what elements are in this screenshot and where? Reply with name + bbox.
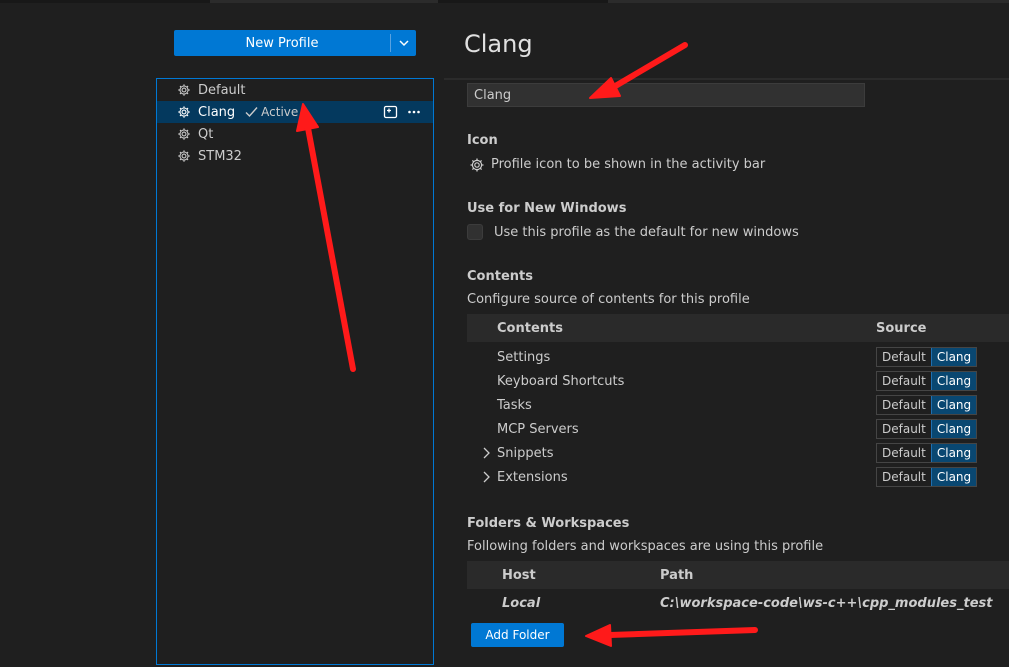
active-badge: Active — [245, 105, 298, 119]
contents-table-header: Contents Source — [467, 314, 1009, 342]
page-title: Clang — [464, 30, 533, 58]
check-icon — [245, 107, 258, 118]
source-option-default[interactable]: Default — [877, 396, 931, 414]
gear-icon[interactable] — [469, 157, 485, 173]
gear-icon — [177, 105, 191, 119]
source-option-profile[interactable]: Clang — [930, 420, 977, 438]
folders-table-header: Host Path — [467, 561, 1009, 589]
folders-description: Following folders and workspaces are usi… — [467, 539, 824, 554]
contents-row-settings: Settings Default Clang — [467, 346, 1009, 370]
contents-row-label: Snippets — [497, 446, 554, 461]
contents-row-label: Extensions — [497, 470, 568, 485]
profile-name: Clang — [198, 104, 236, 120]
source-toggle: Default Clang — [876, 371, 978, 391]
source-toggle: Default Clang — [876, 467, 978, 487]
profile-name: STM32 — [198, 148, 242, 164]
source-option-default[interactable]: Default — [877, 372, 931, 390]
annotation-arrow — [585, 624, 758, 647]
tab-strip-segment — [608, 0, 1009, 3]
column-header-contents: Contents — [497, 321, 563, 336]
profile-row-actions — [383, 104, 421, 120]
source-toggle: Default Clang — [876, 347, 978, 367]
source-option-profile[interactable]: Clang — [930, 348, 977, 366]
folder-host: Local — [502, 596, 541, 611]
source-option-default[interactable]: Default — [877, 420, 931, 438]
folder-row[interactable]: Local C:\workspace-code\ws-c++\cpp_modul… — [467, 591, 1009, 615]
source-option-default[interactable]: Default — [877, 468, 931, 486]
profile-item-clang[interactable]: Clang Active — [157, 101, 433, 123]
profile-name: Default — [198, 82, 246, 98]
source-option-default[interactable]: Default — [877, 444, 931, 462]
profile-item-stm32[interactable]: STM32 — [157, 145, 433, 167]
contents-description: Configure source of contents for this pr… — [467, 292, 750, 307]
column-header-path: Path — [660, 568, 694, 583]
profile-name: Qt — [198, 126, 214, 142]
contents-heading: Contents — [467, 269, 533, 284]
source-option-profile[interactable]: Clang — [930, 444, 977, 462]
use-for-new-windows-checkbox[interactable] — [467, 224, 483, 240]
contents-row-label: MCP Servers — [497, 422, 579, 437]
icon-heading: Icon — [467, 133, 498, 148]
folder-path: C:\workspace-code\ws-c++\cpp_modules_tes… — [660, 596, 993, 611]
column-header-source: Source — [876, 321, 927, 336]
new-profile-dropdown-button[interactable] — [391, 30, 416, 56]
profiles-list: Default Clang Active Qt STM32 — [156, 78, 434, 665]
chevron-right-icon[interactable] — [481, 446, 493, 460]
add-folder-button[interactable]: Add Folder — [471, 623, 564, 647]
contents-row-mcp-servers: MCP Servers Default Clang — [467, 418, 1009, 442]
source-toggle: Default Clang — [876, 419, 978, 439]
contents-row-extensions[interactable]: Extensions Default Clang — [467, 466, 1009, 490]
contents-row-tasks: Tasks Default Clang — [467, 394, 1009, 418]
new-window-icon[interactable] — [383, 104, 399, 120]
new-profile-split-button[interactable]: New Profile — [174, 30, 416, 56]
contents-row-label: Keyboard Shortcuts — [497, 374, 625, 389]
more-icon[interactable] — [407, 105, 421, 119]
chevron-down-icon — [398, 40, 409, 47]
contents-row-label: Tasks — [497, 398, 532, 413]
source-toggle: Default Clang — [876, 395, 978, 415]
source-option-profile[interactable]: Clang — [930, 468, 977, 486]
icon-description: Profile icon to be shown in the activity… — [491, 157, 766, 172]
tab-strip-segment — [210, 0, 438, 3]
folders-heading: Folders & Workspaces — [467, 516, 630, 531]
profile-item-qt[interactable]: Qt — [157, 123, 433, 145]
column-header-host: Host — [502, 568, 536, 583]
profile-name-input[interactable] — [467, 83, 865, 107]
chevron-right-icon[interactable] — [481, 470, 493, 484]
profile-item-default[interactable]: Default — [157, 79, 433, 101]
header-divider — [444, 78, 1009, 80]
gear-icon — [177, 149, 191, 163]
use-for-new-windows-label: Use this profile as the default for new … — [494, 225, 799, 240]
source-option-profile[interactable]: Clang — [930, 396, 977, 414]
contents-row-snippets[interactable]: Snippets Default Clang — [467, 442, 1009, 466]
source-option-profile[interactable]: Clang — [930, 372, 977, 390]
source-toggle: Default Clang — [876, 443, 978, 463]
new-profile-button[interactable]: New Profile — [174, 36, 390, 51]
gear-icon — [177, 83, 191, 97]
contents-row-label: Settings — [497, 350, 551, 365]
contents-row-keyboard-shortcuts: Keyboard Shortcuts Default Clang — [467, 370, 1009, 394]
active-label: Active — [261, 105, 299, 119]
use-for-new-windows-heading: Use for New Windows — [467, 201, 627, 216]
gear-icon — [177, 127, 191, 141]
source-option-default[interactable]: Default — [877, 348, 931, 366]
